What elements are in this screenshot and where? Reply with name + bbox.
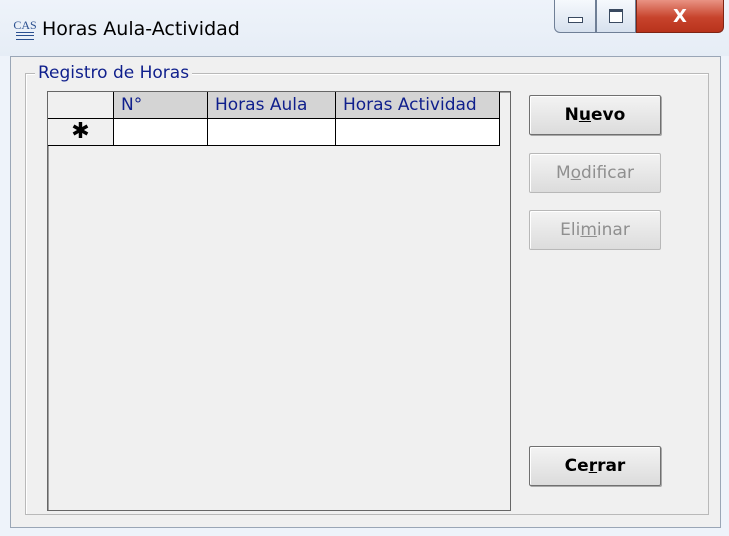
eliminar-label-pre: Eli <box>560 220 581 240</box>
nuevo-button[interactable]: Nu evo <box>529 95 661 135</box>
eliminar-label-mnemonic: m <box>580 220 597 240</box>
nuevo-label-pre: N <box>564 105 579 125</box>
minimize-icon <box>567 17 583 23</box>
eliminar-label-post: inar <box>596 220 630 240</box>
nuevo-label-mnemonic: u <box>578 105 592 125</box>
new-row-cell-horas-aula[interactable] <box>208 119 336 146</box>
group-title: Registro de Horas <box>35 63 193 83</box>
window-title: Horas Aula-Actividad <box>42 18 240 40</box>
new-row-cell-numero[interactable] <box>114 119 208 146</box>
new-row-cell-horas-actividad[interactable] <box>336 119 500 146</box>
maximize-button[interactable] <box>596 0 636 33</box>
cerrar-label-pre: Ce <box>564 456 589 476</box>
dialog-client-area: Registro de Horas N° Horas Aula Horas Ac… <box>10 56 721 528</box>
app-icon-lines <box>16 32 34 40</box>
app-window: CAS Horas Aula-Actividad X Registro de H… <box>0 0 729 536</box>
maximize-icon <box>609 9 623 23</box>
close-icon: X <box>673 5 687 27</box>
column-header-horas-aula[interactable]: Horas Aula <box>208 92 336 119</box>
hours-grid[interactable]: N° Horas Aula Horas Actividad ✱ <box>47 91 511 511</box>
new-row-selector[interactable]: ✱ <box>48 119 114 146</box>
minimize-button[interactable] <box>554 0 596 33</box>
modificar-label-pre: M <box>555 163 571 183</box>
new-record-icon: ✱ <box>71 119 90 144</box>
cerrar-label-post: rar <box>597 456 626 476</box>
close-button[interactable]: X <box>636 0 724 33</box>
modificar-label-post: dificar <box>581 163 635 183</box>
column-header-numero[interactable]: N° <box>114 92 208 119</box>
cerrar-label-mnemonic: r <box>588 456 598 476</box>
eliminar-button[interactable]: Eli m inar <box>529 210 661 250</box>
nuevo-label-post: evo <box>591 105 626 125</box>
title-bar[interactable]: CAS Horas Aula-Actividad X <box>0 0 729 56</box>
modificar-label-mnemonic: o <box>570 163 582 183</box>
caption-buttons: X <box>554 0 724 34</box>
grid-header: N° Horas Aula Horas Actividad <box>48 92 500 119</box>
app-icon[interactable]: CAS <box>12 18 38 40</box>
header-row-selector[interactable] <box>48 92 114 119</box>
cerrar-button[interactable]: Ce r rar <box>529 446 661 486</box>
app-icon-text: CAS <box>13 18 37 32</box>
modificar-button[interactable]: Mo dificar <box>529 153 661 193</box>
column-header-horas-actividad[interactable]: Horas Actividad <box>336 92 500 119</box>
